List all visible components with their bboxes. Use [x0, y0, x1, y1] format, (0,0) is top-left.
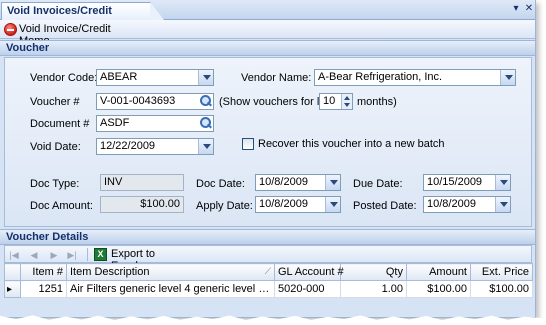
- doc-date-value: 10/8/2009: [259, 176, 308, 188]
- chevron-down-icon[interactable]: [495, 175, 510, 190]
- posted-date-picker[interactable]: 10/8/2009: [423, 196, 511, 213]
- window-title[interactable]: Void Invoices/Credit Memos: [1, 2, 164, 33]
- void-date-label: Void Date:: [30, 141, 81, 153]
- due-date-label: Due Date:: [353, 178, 403, 190]
- apply-date-label: Apply Date:: [196, 200, 253, 212]
- vendor-name-dropdown[interactable]: A-Bear Refrigeration, Inc.: [314, 69, 516, 86]
- months-stepper[interactable]: 10: [319, 93, 353, 110]
- details-toolbar: |◀ ◀ ▶ ▶| X Export to Excel: [4, 245, 532, 272]
- posted-date-value: 10/8/2009: [427, 198, 476, 210]
- vendor-name-value: A-Bear Refrigeration, Inc.: [318, 71, 443, 83]
- document-value: ASDF: [100, 117, 130, 129]
- apply-date-value: 10/8/2009: [259, 198, 308, 210]
- void-icon: [4, 23, 17, 36]
- column-header-ext-price[interactable]: Ext. Price: [470, 263, 533, 281]
- voucher-details-table: Item # Item Description ⟋ GL Account # Qt…: [4, 263, 533, 298]
- sort-icon: ⟋: [264, 266, 271, 276]
- next-record-icon[interactable]: ▶: [49, 250, 59, 260]
- voucher-details-header: Voucher Details: [0, 229, 535, 245]
- document-input[interactable]: ASDF: [96, 115, 214, 132]
- doc-amount-label: Doc Amount:: [30, 200, 93, 212]
- vendor-name-label: Vendor Name:: [241, 72, 312, 84]
- due-date-value: 10/15/2009: [427, 176, 483, 188]
- posted-date-label: Posted Date:: [353, 200, 417, 212]
- due-date-picker[interactable]: 10/15/2009: [423, 174, 511, 191]
- months-label: months): [357, 96, 397, 108]
- voucher-value: V-001-0043693: [100, 95, 176, 107]
- doc-date-picker[interactable]: 10/8/2009: [255, 174, 341, 191]
- export-excel-button[interactable]: X Export to Excel: [91, 246, 171, 272]
- table-row[interactable]: 1251 Air Filters generic level 4 generic…: [4, 280, 533, 298]
- cell-item-no: 1251: [20, 280, 67, 298]
- voucher-panel: Vendor Code: ABEAR Vendor Name: A-Bear R…: [4, 57, 532, 227]
- cell-ext-price: $100.00: [470, 280, 533, 298]
- table-header-row: Item # Item Description ⟋ GL Account # Qt…: [4, 263, 533, 281]
- cell-qty: 1.00: [340, 280, 407, 298]
- column-header-item-description[interactable]: Item Description ⟋: [66, 263, 275, 281]
- recover-checkbox[interactable]: [242, 138, 254, 150]
- chevron-down-icon[interactable]: [500, 70, 515, 85]
- doc-amount-field: $100.00: [100, 196, 184, 213]
- months-value: 10: [323, 95, 336, 107]
- spinner-arrows-icon[interactable]: [341, 94, 352, 109]
- void-date-picker[interactable]: 12/22/2009: [96, 138, 214, 155]
- column-header-gl-account[interactable]: GL Account #: [274, 263, 344, 281]
- item-description-header-label: Item Description: [70, 266, 150, 278]
- recover-label[interactable]: Recover this voucher into a new batch: [258, 138, 445, 150]
- vendor-code-dropdown[interactable]: ABEAR: [96, 69, 214, 86]
- last-record-icon[interactable]: ▶|: [67, 250, 77, 260]
- pin-icon[interactable]: ▾: [510, 3, 522, 15]
- previous-record-icon[interactable]: ◀: [29, 250, 39, 260]
- column-header-amount[interactable]: Amount: [406, 263, 471, 281]
- window-titlebar: Void Invoices/Credit Memos ▾ ✕: [0, 0, 535, 33]
- doc-type-label: Doc Type:: [30, 178, 80, 190]
- void-invoice-button[interactable]: Void Invoice/Credit Memo: [0, 20, 125, 47]
- document-label: Document #: [30, 118, 90, 130]
- vendor-code-label: Vendor Code:: [30, 72, 98, 84]
- search-icon[interactable]: [199, 117, 212, 130]
- doc-type-field: INV: [100, 174, 184, 191]
- void-date-value: 12/22/2009: [100, 140, 156, 152]
- doc-date-label: Doc Date:: [196, 178, 245, 190]
- column-header-item-no[interactable]: Item #: [20, 263, 67, 281]
- chevron-down-icon[interactable]: [325, 175, 340, 190]
- cell-amount: $100.00: [406, 280, 471, 298]
- voucher-label: Voucher #: [30, 96, 80, 108]
- chevron-down-icon[interactable]: [495, 197, 510, 212]
- column-header-qty[interactable]: Qty: [340, 263, 407, 281]
- cell-gl-account: 5020-000: [274, 280, 341, 298]
- first-record-icon[interactable]: |◀: [9, 250, 19, 260]
- voucher-section-header: Voucher: [0, 40, 535, 56]
- voucher-input[interactable]: V-001-0043693: [96, 93, 214, 110]
- close-icon[interactable]: ✕: [523, 3, 535, 15]
- excel-icon: X: [94, 248, 107, 261]
- toolbar-divider: [87, 248, 88, 261]
- void-invoices-window: Void Invoices/Credit Memos ▾ ✕ Void Invo…: [0, 0, 536, 318]
- cell-item-description: Air Filters generic level 4 generic leve…: [66, 280, 275, 298]
- chevron-down-icon[interactable]: [198, 139, 213, 154]
- search-icon[interactable]: [199, 95, 212, 108]
- chevron-down-icon[interactable]: [198, 70, 213, 85]
- show-vouchers-label: (Show vouchers for last: [219, 96, 334, 108]
- apply-date-picker[interactable]: 10/8/2009: [255, 196, 341, 213]
- row-selector-icon[interactable]: [4, 280, 21, 298]
- row-selector-header: [4, 263, 21, 281]
- vendor-code-value: ABEAR: [100, 71, 138, 83]
- main-toolbar: Void Invoice/Credit Memo: [0, 20, 535, 47]
- chevron-down-icon[interactable]: [325, 197, 340, 212]
